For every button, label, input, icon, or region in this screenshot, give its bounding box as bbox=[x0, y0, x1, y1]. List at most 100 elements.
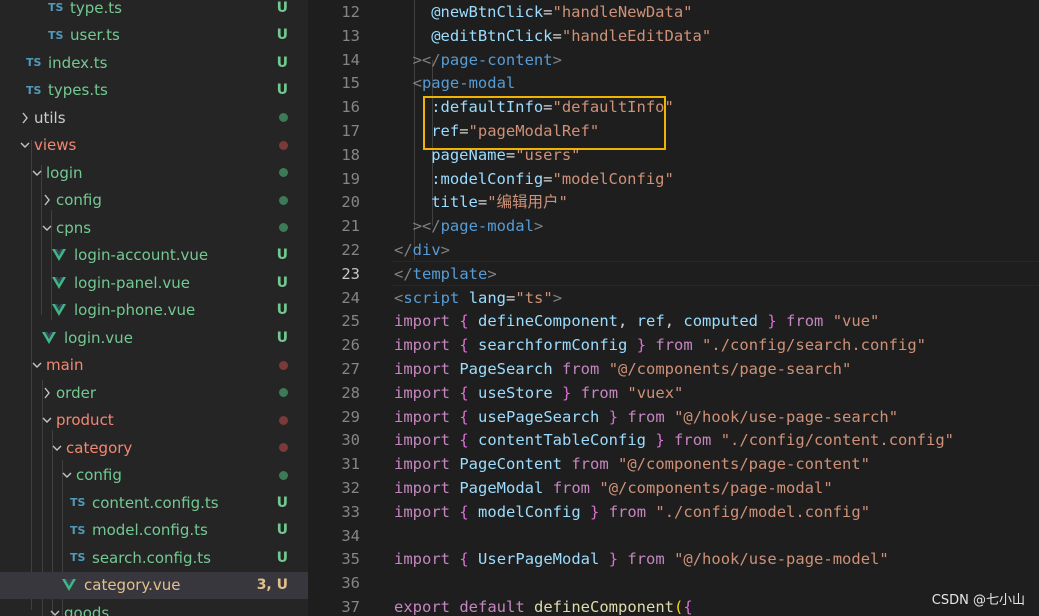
code-line[interactable]: 15 <page-modal bbox=[308, 71, 1039, 95]
code-line[interactable]: 19 :modelConfig="modelConfig" bbox=[308, 167, 1039, 191]
code-line[interactable]: 14 ></page-content> bbox=[308, 48, 1039, 72]
code-line[interactable]: 12 @newBtnClick="handleNewData" bbox=[308, 0, 1039, 24]
code-text: import PageModal from "@/components/page… bbox=[394, 479, 833, 497]
code-line[interactable]: 18 pageName="users" bbox=[308, 143, 1039, 167]
code-text: import { contentTableConfig } from "./co… bbox=[394, 431, 955, 450]
file-item[interactable]: TS search.config.ts U bbox=[0, 544, 308, 571]
folder-label: utils bbox=[34, 108, 66, 127]
code-line[interactable]: 29 import { usePageSearch } from "@/hook/… bbox=[308, 405, 1039, 429]
code-line[interactable]: 17 ref="pageModalRef" bbox=[308, 119, 1039, 143]
typescript-file-icon: TS bbox=[26, 56, 42, 69]
typescript-file-icon: TS bbox=[70, 496, 86, 509]
file-label: type.ts bbox=[70, 0, 122, 17]
line-number: 14 bbox=[341, 50, 360, 69]
vue-file-icon bbox=[42, 331, 56, 344]
code-line[interactable]: 30 import { contentTableConfig } from "./… bbox=[308, 428, 1039, 452]
code-line[interactable]: 13 @editBtnClick="handleEditData" bbox=[308, 24, 1039, 48]
folder-item[interactable]: utils bbox=[0, 104, 308, 131]
code-text: <page-modal bbox=[412, 74, 516, 93]
code-line[interactable]: 25 import { defineComponent, ref, compute… bbox=[308, 309, 1039, 333]
code-editor[interactable]: 12 @newBtnClick="handleNewData" 13 @editBtn… bbox=[308, 0, 1039, 616]
line-number: 31 bbox=[341, 455, 360, 474]
line-number: 30 bbox=[341, 431, 360, 450]
chevron-right-icon bbox=[44, 194, 50, 206]
code-line[interactable]: 35 import { UserPageModal } from "@/hook/… bbox=[308, 547, 1039, 571]
code-line[interactable]: 24 <script lang="ts"> bbox=[308, 286, 1039, 310]
code-line[interactable]: 34 bbox=[308, 524, 1039, 548]
chevron-down-icon bbox=[32, 362, 42, 368]
code-text: title="编辑用户" bbox=[431, 193, 568, 212]
file-item[interactable]: login.vue U bbox=[0, 324, 308, 351]
code-line[interactable]: 21 ></page-modal> bbox=[308, 214, 1039, 238]
folder-item[interactable]: category bbox=[0, 434, 308, 461]
git-status-badge: U bbox=[276, 302, 288, 318]
line-number: 36 bbox=[341, 574, 360, 593]
file-label: content.config.ts bbox=[92, 493, 219, 512]
code-text: import PageContent from "@/components/pa… bbox=[394, 455, 870, 474]
code-line[interactable]: 36 bbox=[308, 571, 1039, 595]
file-item[interactable]: login-account.vue U bbox=[0, 242, 308, 269]
code-line[interactable]: 20 title="编辑用户" bbox=[308, 190, 1039, 214]
vue-file-icon bbox=[52, 249, 66, 261]
status-dot bbox=[279, 415, 288, 425]
code-text: import { useStore } from "vuex" bbox=[394, 383, 684, 402]
folder-item[interactable]: main bbox=[0, 352, 308, 379]
code-line[interactable]: 37 export default defineComponent({ bbox=[308, 595, 1039, 616]
folder-item[interactable]: product bbox=[0, 407, 308, 434]
code-line[interactable]: 28 import { useStore } from "vuex" bbox=[308, 381, 1039, 405]
folder-item[interactable]: order bbox=[0, 379, 308, 406]
folder-item[interactable]: goods bbox=[0, 599, 308, 616]
git-status-badge: U bbox=[276, 247, 288, 263]
line-number: 28 bbox=[341, 383, 360, 402]
code-line[interactable]: 33 import { modelConfig } from "./config/… bbox=[308, 500, 1039, 524]
status-dot bbox=[279, 168, 288, 177]
folder-item[interactable]: views bbox=[0, 132, 308, 159]
code-line[interactable]: 16:defaultInfo="defaultInfo" bbox=[308, 95, 1039, 119]
file-item[interactable]: login-panel.vue U bbox=[0, 269, 308, 296]
code-line[interactable]: 26 import { searchformConfig } from "./co… bbox=[308, 333, 1039, 357]
file-item[interactable]: login-phone.vue U bbox=[0, 297, 308, 324]
git-status-badge: U bbox=[276, 274, 288, 291]
file-item[interactable]: TS user.ts U bbox=[0, 22, 308, 49]
chevron-down-icon bbox=[42, 417, 52, 423]
code-text: import { defineComponent, ref, computed … bbox=[394, 312, 880, 331]
file-item[interactable]: TS types.ts U bbox=[0, 77, 308, 104]
code-line[interactable]: 22 </div> bbox=[308, 238, 1039, 262]
line-number: 34 bbox=[341, 526, 360, 545]
chevron-down-icon bbox=[50, 610, 60, 616]
file-label: login-account.vue bbox=[74, 246, 209, 264]
file-item[interactable]: TS model.config.ts U bbox=[0, 517, 308, 544]
folder-item[interactable]: cpns bbox=[0, 214, 308, 241]
code-line[interactable]: 23 </template> bbox=[308, 262, 1039, 286]
file-label: login-phone.vue bbox=[74, 301, 196, 319]
code-line[interactable]: 27 import PageSearch from "@/components/p… bbox=[308, 357, 1039, 381]
line-number: 27 bbox=[341, 360, 360, 378]
file-label: model.config.ts bbox=[92, 521, 208, 539]
code-text: :modelConfig="modelConfig" bbox=[431, 169, 674, 188]
git-status-badge: U bbox=[276, 549, 288, 566]
status-dot bbox=[279, 388, 288, 397]
chevron-right-icon bbox=[22, 112, 28, 123]
git-status-badge: 3, U bbox=[256, 577, 288, 593]
vue-file-icon bbox=[52, 276, 66, 289]
vue-file-icon bbox=[62, 579, 76, 591]
typescript-file-icon: TS bbox=[48, 28, 64, 42]
folder-item[interactable]: config bbox=[0, 187, 308, 214]
code-text: import PageSearch from "@/components/pag… bbox=[394, 360, 852, 378]
code-text: @editBtnClick="handleEditData" bbox=[431, 26, 712, 45]
line-number: 29 bbox=[341, 407, 360, 426]
file-item[interactable]: TS content.config.ts U bbox=[0, 489, 308, 516]
folder-item[interactable]: login bbox=[0, 159, 308, 186]
file-label: index.ts bbox=[48, 53, 108, 72]
file-item[interactable]: category.vue 3, U bbox=[0, 571, 308, 599]
line-number: 20 bbox=[341, 193, 360, 212]
line-number: 18 bbox=[341, 145, 360, 164]
line-number: 19 bbox=[341, 169, 360, 188]
file-item[interactable]: TS index.ts U bbox=[0, 49, 308, 76]
folder-item[interactable]: config bbox=[0, 462, 308, 489]
file-item[interactable]: TS type.ts U bbox=[0, 0, 308, 21]
git-status-badge: U bbox=[276, 522, 288, 538]
folder-label: goods bbox=[64, 603, 110, 616]
code-line[interactable]: 31 import PageContent from "@/components/… bbox=[308, 452, 1039, 476]
code-line[interactable]: 32 import PageModal from "@/components/pa… bbox=[308, 476, 1039, 500]
